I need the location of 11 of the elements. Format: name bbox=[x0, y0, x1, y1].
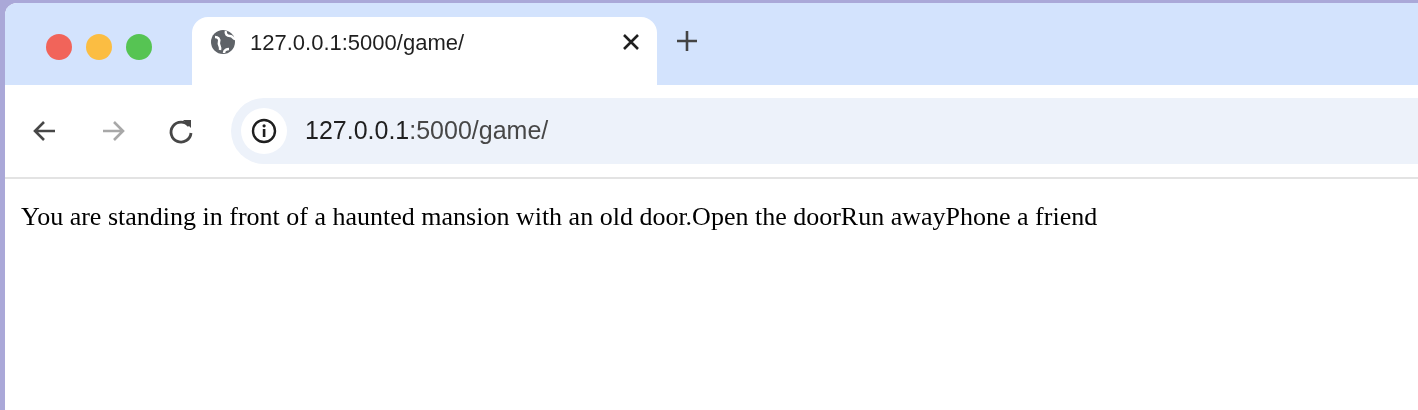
choice-text[interactable]: Phone a friend bbox=[945, 202, 1098, 231]
description-text: You are standing in front of a haunted mansion with an old door. bbox=[21, 202, 693, 231]
address-bar[interactable]: 127.0.0.1:5000/game/ bbox=[231, 98, 1418, 164]
close-tab-button[interactable] bbox=[621, 32, 641, 52]
choice-text[interactable]: Run away bbox=[840, 202, 946, 231]
choice-text[interactable]: Open the door bbox=[692, 202, 841, 231]
new-tab-button[interactable] bbox=[675, 29, 699, 53]
globe-icon bbox=[210, 29, 236, 55]
reload-button[interactable] bbox=[167, 117, 195, 145]
browser-tab[interactable]: 127.0.0.1:5000/game/ bbox=[192, 17, 657, 85]
info-icon[interactable] bbox=[241, 108, 287, 154]
